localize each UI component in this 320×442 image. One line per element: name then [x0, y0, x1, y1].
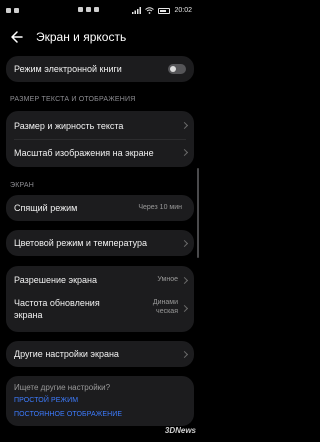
chevron-right-icon — [180, 239, 189, 248]
status-time: 20:02 — [174, 7, 192, 14]
chevron-right-icon — [180, 350, 189, 359]
section-heading-screen: ЭКРАН — [10, 182, 35, 189]
refresh-rate-label-line2: экрана — [14, 310, 43, 320]
sleep-mode-value: Через 10 мин — [138, 204, 182, 211]
notification-icon — [14, 8, 19, 13]
other-settings-label: Другие настройки экрана — [14, 349, 119, 359]
status-right: 20:02 — [132, 7, 192, 14]
resolution-refresh-card: Разрешение экрана Умное Частота обновлен… — [6, 266, 194, 332]
refresh-rate-value-line2: ческая — [156, 308, 178, 315]
display-scale-label: Масштаб изображения на экране — [14, 148, 154, 158]
text-display-card: Размер и жирность текста Масштаб изображ… — [6, 111, 194, 167]
signal-icon — [132, 7, 142, 14]
battery-icon — [158, 7, 171, 14]
sleep-mode-label: Спящий режим — [14, 203, 78, 213]
ebook-mode-row[interactable]: Режим электронной книги — [6, 56, 194, 82]
back-arrow-icon[interactable] — [10, 29, 24, 45]
notification-icon — [78, 7, 83, 12]
color-mode-label: Цветовой режим и температура — [14, 238, 147, 248]
toggle-knob — [170, 66, 176, 72]
link-simple-mode[interactable]: ПРОСТОЙ РЕЖИМ — [14, 397, 78, 404]
other-settings-item[interactable]: Другие настройки экрана — [6, 341, 194, 367]
chevron-right-icon — [180, 276, 189, 285]
other-settings-card: Другие настройки экрана — [6, 341, 194, 367]
color-mode-item[interactable]: Цветовой режим и температура — [6, 230, 194, 256]
resolution-label: Разрешение экрана — [14, 275, 97, 285]
watermark-logo: 3DNews — [164, 426, 196, 435]
chevron-right-icon — [180, 304, 189, 313]
chevron-right-icon — [180, 121, 189, 130]
notification-icon — [86, 7, 91, 12]
display-scale-item[interactable]: Масштаб изображения на экране — [6, 139, 194, 167]
refresh-rate-value-line1: Динами — [152, 299, 178, 306]
text-size-weight-label: Размер и жирность текста — [14, 121, 124, 131]
chevron-right-icon — [180, 148, 189, 157]
ebook-mode-toggle[interactable] — [168, 64, 186, 74]
page-title: Экран и яркость — [36, 30, 127, 44]
sleep-card: Спящий режим Через 10 мин — [6, 195, 194, 221]
text-size-weight-item[interactable]: Размер и жирность текста — [6, 111, 194, 139]
section-heading-text-display: РАЗМЕР ТЕКСТА И ОТОБРАЖЕНИЯ — [10, 96, 136, 103]
suggestions-card: Ищете другие настройки? ПРОСТОЙ РЕЖИМ ПО… — [6, 376, 194, 426]
resolution-item[interactable]: Разрешение экрана Умное — [6, 266, 194, 292]
status-bar: 20:02 — [0, 0, 200, 22]
color-card: Цветовой режим и температура — [6, 230, 194, 256]
status-center-icons — [78, 7, 99, 12]
ebook-mode-label: Режим электронной книги — [14, 64, 122, 74]
suggestions-question: Ищете другие настройки? — [14, 383, 111, 392]
status-notification-icons — [6, 8, 19, 13]
notification-icon — [94, 7, 99, 12]
ebook-card: Режим электронной книги — [6, 56, 194, 82]
header: Экран и яркость — [0, 24, 200, 50]
refresh-rate-item[interactable]: Частота обновления экрана Динами ческая — [6, 293, 194, 331]
resolution-value: Умное — [157, 276, 178, 283]
link-always-on-display[interactable]: ПОСТОЯННОЕ ОТОБРАЖЕНИЕ — [14, 411, 122, 418]
scrollbar[interactable] — [197, 168, 199, 258]
wifi-icon — [145, 7, 155, 14]
notification-icon — [6, 8, 11, 13]
refresh-rate-label-line1: Частота обновления — [14, 298, 100, 308]
sleep-mode-item[interactable]: Спящий режим Через 10 мин — [6, 195, 194, 221]
